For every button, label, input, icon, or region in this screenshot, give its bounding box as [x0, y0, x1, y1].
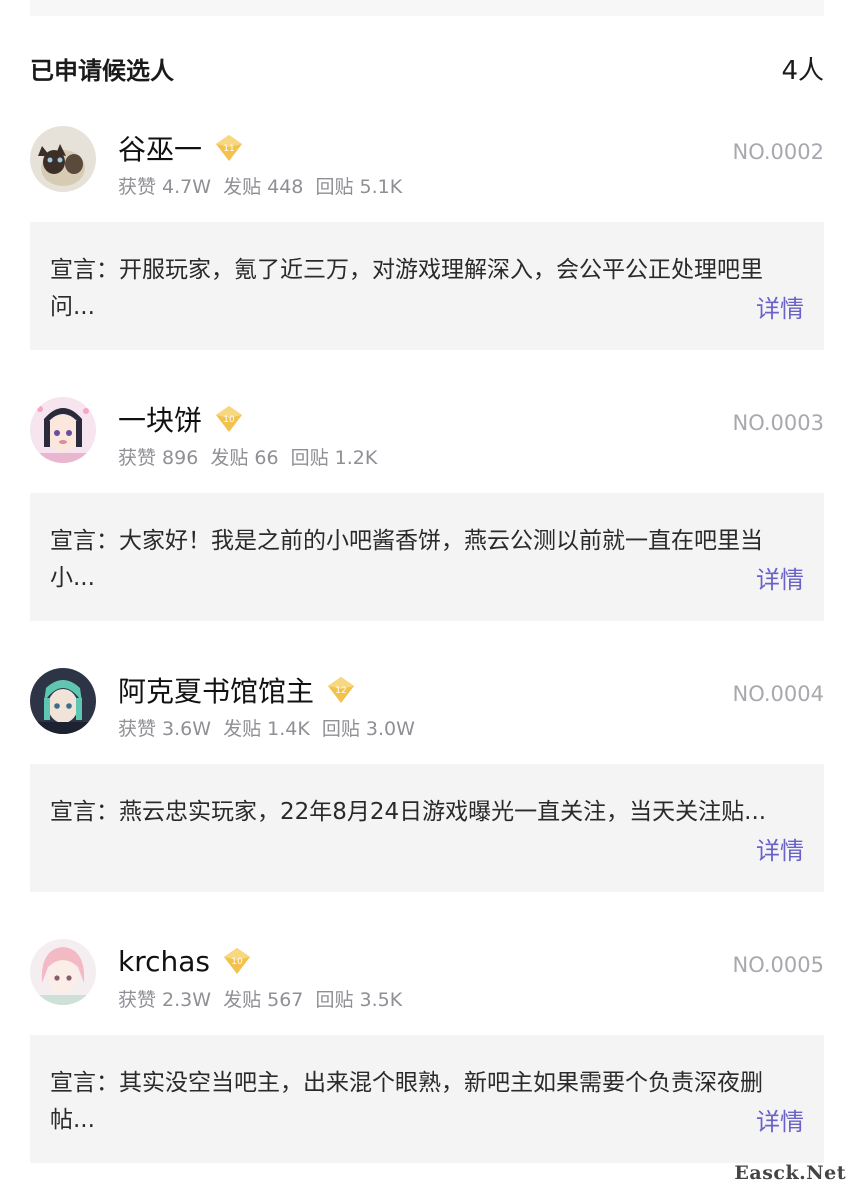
svg-text:11: 11	[223, 144, 234, 154]
posts-stat: 发贴 448	[223, 176, 304, 198]
detail-link[interactable]: 详情	[756, 831, 804, 866]
replies-stat: 回贴 1.2K	[290, 447, 378, 469]
candidate-card: 一块饼 10 获赞 896 发贴 66 回贴 1.2K NO.0003 宣言：大…	[30, 397, 824, 621]
top-divider	[30, 0, 824, 16]
level-badge-icon: 10	[224, 948, 250, 974]
avatar[interactable]	[30, 668, 96, 734]
avatar[interactable]	[30, 126, 96, 192]
candidate-number: NO.0003	[732, 411, 824, 435]
likes-stat: 获赞 3.6W	[118, 718, 212, 740]
candidate-name[interactable]: 一块饼	[118, 399, 202, 439]
manifesto-box: 宣言：开服玩家，氪了近三万，对游戏理解深入，会公平公正处理吧里问... 详情	[30, 222, 824, 350]
svg-text:10: 10	[223, 415, 235, 425]
manifesto-box: 宣言：大家好！我是之前的小吧酱香饼，燕云公测以前就一直在吧里当小... 详情	[30, 493, 824, 621]
candidate-card: 谷巫一 11 获赞 4.7W 发贴 448 回贴 5.1K NO.0002 宣言…	[30, 126, 824, 350]
manifesto-text: 宣言：其实没空当吧主，出来混个眼熟，新吧主如果需要个负责深夜删帖...	[50, 1070, 763, 1133]
candidate-stats: 获赞 3.6W 发贴 1.4K 回贴 3.0W	[118, 714, 421, 741]
candidates-header: 已申请候选人 4人	[30, 48, 824, 88]
replies-stat: 回贴 3.5K	[315, 989, 403, 1011]
candidate-number: NO.0004	[732, 682, 824, 706]
manifesto-box: 宣言：燕云忠实玩家，22年8月24日游戏曝光一直关注，当天关注贴... 详情	[30, 764, 824, 892]
manifesto-text: 宣言：燕云忠实玩家，22年8月24日游戏曝光一直关注，当天关注贴...	[50, 799, 767, 825]
manifesto-box: 宣言：其实没空当吧主，出来混个眼熟，新吧主如果需要个负责深夜删帖... 详情	[30, 1035, 824, 1163]
candidate-name[interactable]: krchas	[118, 945, 210, 978]
svg-text:10: 10	[231, 957, 243, 967]
manifesto-text: 宣言：开服玩家，氪了近三万，对游戏理解深入，会公平公正处理吧里问...	[50, 257, 763, 320]
likes-stat: 获赞 896	[118, 447, 199, 469]
manifesto-text: 宣言：大家好！我是之前的小吧酱香饼，燕云公测以前就一直在吧里当小...	[50, 528, 763, 591]
avatar[interactable]	[30, 939, 96, 1005]
posts-stat: 发贴 66	[210, 447, 279, 469]
likes-stat: 获赞 4.7W	[118, 176, 212, 198]
level-badge-icon: 10	[216, 406, 243, 432]
detail-link[interactable]: 详情	[756, 560, 804, 595]
candidate-card: 阿克夏书馆馆主 12 获赞 3.6W 发贴 1.4K 回贴 3.0W NO.00…	[30, 668, 824, 892]
replies-stat: 回贴 5.1K	[315, 176, 403, 198]
page-title: 已申请候选人	[30, 56, 174, 85]
candidate-number: NO.0002	[732, 140, 824, 164]
candidate-card: krchas 10 获赞 2.3W 发贴 567 回贴 3.5K NO.0005…	[30, 939, 824, 1163]
posts-stat: 发贴 567	[223, 989, 304, 1011]
level-badge-icon: 11	[216, 135, 243, 161]
candidate-stats: 获赞 2.3W 发贴 567 回贴 3.5K	[118, 985, 408, 1012]
candidate-name[interactable]: 阿克夏书馆馆主	[118, 670, 314, 710]
watermark: Easck.Net	[734, 1162, 846, 1184]
replies-stat: 回贴 3.0W	[321, 718, 415, 740]
avatar[interactable]	[30, 397, 96, 463]
level-badge-icon: 12	[328, 677, 355, 703]
candidate-stats: 获赞 4.7W 发贴 448 回贴 5.1K	[118, 172, 408, 199]
detail-link[interactable]: 详情	[756, 1102, 804, 1137]
svg-text:12: 12	[335, 686, 346, 696]
candidate-number: NO.0005	[732, 953, 824, 977]
candidate-stats: 获赞 896 发贴 66 回贴 1.2K	[118, 443, 383, 470]
posts-stat: 发贴 1.4K	[223, 718, 310, 740]
candidate-name[interactable]: 谷巫一	[118, 128, 202, 168]
candidate-count: 4人	[781, 55, 824, 86]
detail-link[interactable]: 详情	[756, 289, 804, 324]
likes-stat: 获赞 2.3W	[118, 989, 212, 1011]
